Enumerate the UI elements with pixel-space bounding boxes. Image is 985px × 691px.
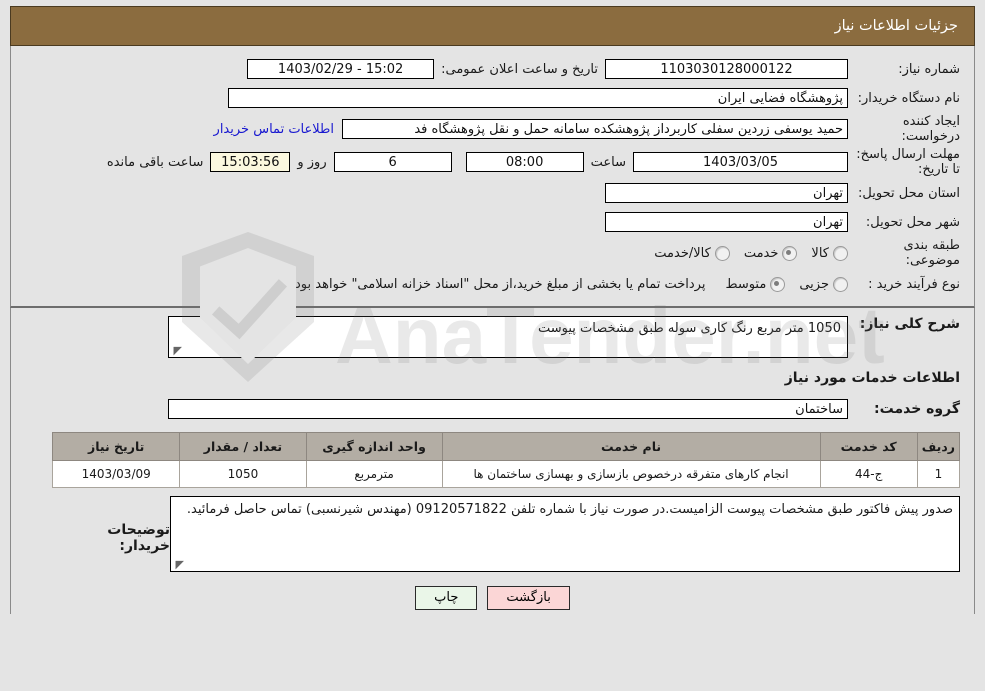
th-quantity: تعداد / مقدار <box>179 432 307 461</box>
delivery-city-field[interactable]: تهران <box>605 212 848 232</box>
radio-circle-kala-khedmat[interactable] <box>714 245 730 261</box>
need-details-page: جزئیات اطلاعات نیاز شماره نیاز: 11030301… <box>10 6 975 686</box>
delivery-province-label: استان محل تحویل: <box>858 185 960 201</box>
remaining-days-field[interactable]: 6 <box>333 152 452 172</box>
radio-circle-jozei[interactable] <box>833 276 848 292</box>
purchase-label-jozei: جزیی <box>799 276 829 292</box>
services-section-title: اطلاعات خدمات مورد نیاز <box>784 370 960 386</box>
category-label-kala: کالا <box>811 245 829 261</box>
buyer-contact-link[interactable]: اطلاعات تماس خریدار <box>206 122 342 137</box>
buyer-note-value: صدور پیش فاکتور طبق مشخصات پیوست الزامیس… <box>186 502 953 517</box>
buyer-org-field[interactable]: پژوهشگاه فضایی ایران <box>228 88 848 108</box>
remaining-time-field[interactable]: 15:03:56 <box>210 152 291 172</box>
row-delivery-province: استان محل تحویل: تهران <box>25 180 960 206</box>
page-title: جزئیات اطلاعات نیاز <box>834 18 958 34</box>
service-group-label: گروه خدمت: <box>874 401 960 417</box>
back-button[interactable]: بازگشت <box>487 586 570 610</box>
resize-handle-icon[interactable]: ◤ <box>172 345 182 356</box>
row-subject-category: طبقه بندی موضوعی: کالا خدمت کالا/خدمت <box>25 238 960 268</box>
cell-unit: مترمربع <box>305 460 443 488</box>
delivery-province-field[interactable]: تهران <box>605 183 848 203</box>
need-number-field[interactable]: 1103030128000122 <box>605 59 848 79</box>
row-general-description: شرح کلی نیاز: 1050 متر مربع رنگ کاری سول… <box>25 316 960 358</box>
purchase-radio-jozei[interactable]: جزیی <box>799 276 848 292</box>
buyer-org-label: نام دستگاه خریدار: <box>857 90 960 106</box>
category-radio-kala[interactable]: کالا <box>811 245 848 261</box>
table-header-row: ردیف کد خدمت نام خدمت واحد اندازه گیری ت… <box>51 432 961 461</box>
public-announce-label: تاریخ و ساعت اعلان عمومی: <box>441 61 598 77</box>
row-buyer-org: نام دستگاه خریدار: پژوهشگاه فضایی ایران <box>25 85 960 111</box>
radio-circle-motavasset[interactable] <box>770 276 786 292</box>
response-deadline-label: مهلت ارسال پاسخ: تا تاریخ: <box>856 147 960 177</box>
table-row: 1 ج-44 انجام کارهای متفرقه درخصوص بازساز… <box>51 460 961 488</box>
th-radif: ردیف <box>916 432 961 461</box>
general-description-textarea[interactable]: 1050 متر مربع رنگ کاری سوله طبق مشخصات پ… <box>168 316 848 358</box>
row-purchase-type: نوع فرآیند خرید : جزیی متوسط پرداخت تمام… <box>25 271 960 297</box>
deadline-time-label: ساعت <box>590 154 626 170</box>
cell-need-date: 1403/03/09 <box>51 460 181 488</box>
services-table-wrapper: ردیف کد خدمت نام خدمت واحد اندازه گیری ت… <box>25 432 961 488</box>
footer-actions: بازگشت چاپ <box>25 586 960 610</box>
row-buyer-note: صدور پیش فاکتور طبق مشخصات پیوست الزامیس… <box>25 496 960 572</box>
page-header: جزئیات اطلاعات نیاز <box>10 6 975 46</box>
buyer-note-label: توضیحات خریدار: <box>107 522 170 554</box>
cell-service-code: ج-44 <box>819 460 918 488</box>
category-radio-kala-khedmat[interactable]: کالا/خدمت <box>654 245 730 261</box>
radio-circle-kala[interactable] <box>833 245 848 261</box>
th-service-code: کد خدمت <box>819 432 918 461</box>
radio-circle-khedmat[interactable] <box>782 245 798 261</box>
row-delivery-city: شهر محل تحویل: تهران <box>25 209 960 235</box>
general-description-value: 1050 متر مربع رنگ کاری سوله طبق مشخصات پ… <box>537 321 841 336</box>
cell-quantity: 1050 <box>179 460 307 488</box>
purchase-radio-motavasset[interactable]: متوسط <box>725 276 786 292</box>
request-creator-label: ایجاد کننده درخواست: <box>901 114 960 144</box>
public-announce-field[interactable]: 15:02 - 1403/02/29 <box>247 59 435 79</box>
row-response-deadline: مهلت ارسال پاسخ: تا تاریخ: 1403/03/05 سا… <box>25 147 960 177</box>
category-label-kala-khedmat: کالا/خدمت <box>654 245 711 261</box>
subject-category-label: طبقه بندی موضوعی: <box>903 238 961 268</box>
need-number-label: شماره نیاز: <box>898 61 960 77</box>
need-info-panel: شماره نیاز: 1103030128000122 تاریخ و ساع… <box>10 46 975 308</box>
buyer-note-textarea[interactable]: صدور پیش فاکتور طبق مشخصات پیوست الزامیس… <box>170 496 960 572</box>
purchase-type-label: نوع فرآیند خرید : <box>868 276 960 292</box>
th-need-date: تاریخ نیاز <box>51 432 181 461</box>
row-need-number: شماره نیاز: 1103030128000122 تاریخ و ساع… <box>25 56 960 82</box>
th-unit: واحد اندازه گیری <box>305 432 443 461</box>
general-description-label: شرح کلی نیاز: <box>859 316 960 332</box>
remaining-time-label: ساعت باقی مانده <box>106 154 204 170</box>
category-label-khedmat: خدمت <box>743 245 779 261</box>
need-description-section: شرح کلی نیاز: 1050 متر مربع رنگ کاری سول… <box>10 308 975 614</box>
deadline-time-field[interactable]: 08:00 <box>465 152 584 172</box>
remaining-days-label: روز و <box>297 154 327 170</box>
delivery-city-label: شهر محل تحویل: <box>865 214 960 230</box>
th-service-name: نام خدمت <box>441 432 821 461</box>
deadline-date-field[interactable]: 1403/03/05 <box>633 152 848 172</box>
islamic-treasury-note: پرداخت تمام یا بخشی از مبلغ خرید،از محل … <box>290 276 706 292</box>
resize-handle-icon-note[interactable]: ◤ <box>174 559 184 570</box>
row-service-group: گروه خدمت: ساختمان <box>25 396 960 422</box>
purchase-label-motavasset: متوسط <box>725 276 767 292</box>
cell-service-name: انجام کارهای متفرقه درخصوص بازسازی و بهس… <box>441 460 821 488</box>
cell-radif: 1 <box>916 460 961 488</box>
services-table: ردیف کد خدمت نام خدمت واحد اندازه گیری ت… <box>51 432 961 488</box>
row-request-creator: ایجاد کننده درخواست: حمید یوسفی زردین سف… <box>25 114 960 144</box>
service-group-field[interactable]: ساختمان <box>168 399 848 419</box>
print-button[interactable]: چاپ <box>415 586 478 610</box>
category-radio-khedmat[interactable]: خدمت <box>743 245 798 261</box>
request-creator-field[interactable]: حمید یوسفی زردین سفلی کاربرداز پژوهشکده … <box>342 119 848 139</box>
